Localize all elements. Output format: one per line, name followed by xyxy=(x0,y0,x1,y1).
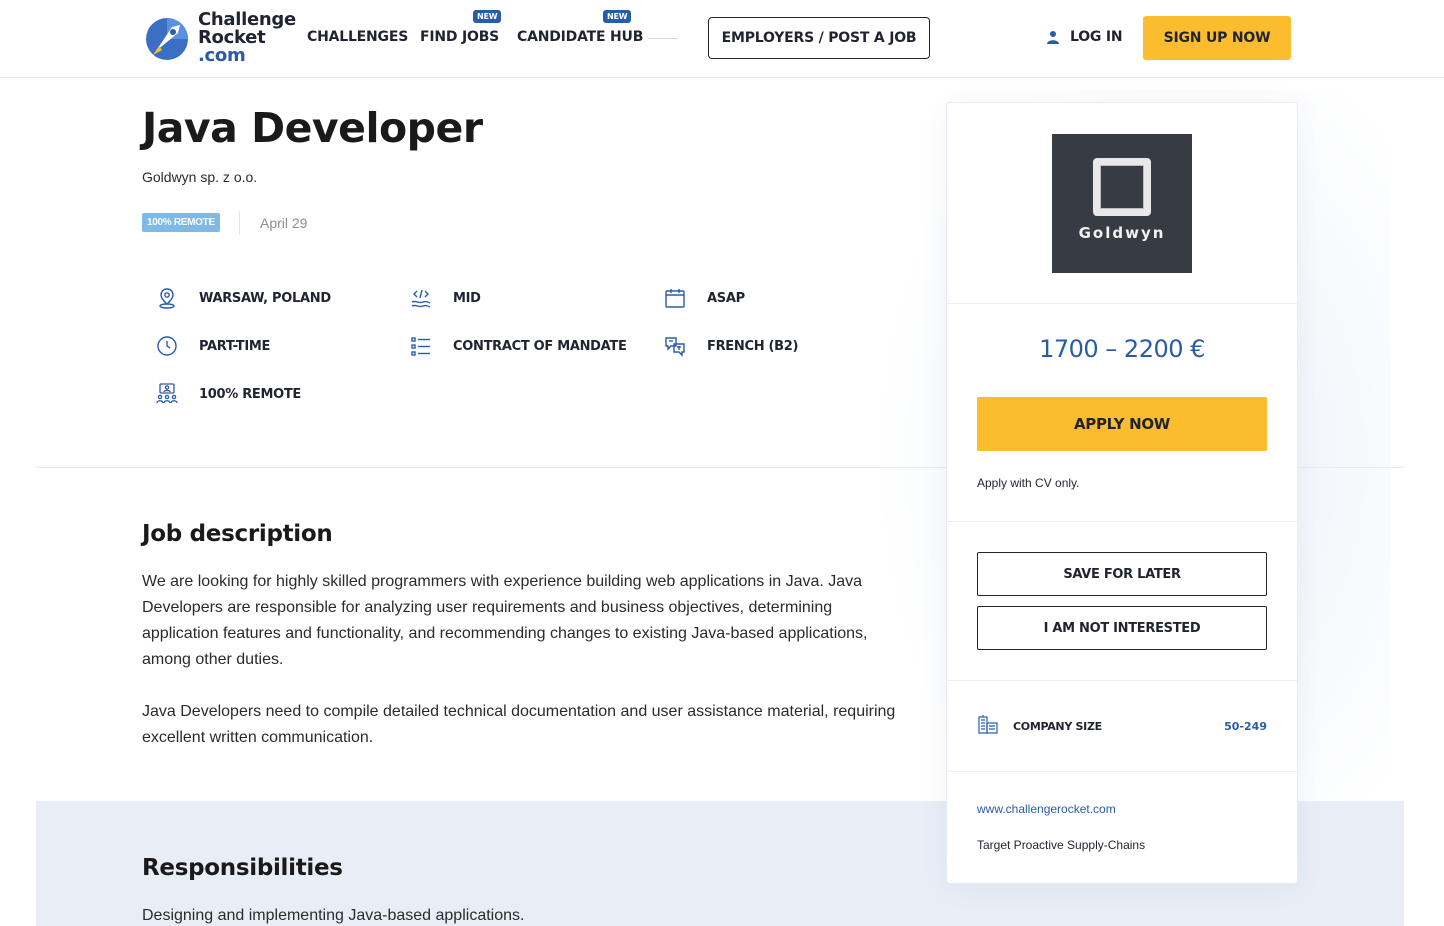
divider xyxy=(239,211,240,234)
description-paragraph-2: Java Developers need to compile detailed… xyxy=(142,703,896,746)
job-sidebar-card: Goldwyn 1700 – 2200 € APPLY NOW Apply wi… xyxy=(946,102,1298,884)
attr-remote-label: 100% REMOTE xyxy=(199,386,302,402)
company-logo-text: Goldwyn xyxy=(1078,223,1166,242)
challengerocket-logo[interactable]: Challenge Rocket .com xyxy=(142,11,296,65)
responsibility-item: Designing and implementing Java-based ap… xyxy=(142,907,525,924)
company-tagline: Target Proactive Supply-Chains xyxy=(977,838,1146,852)
nav-find-jobs[interactable]: NEW FIND JOBS xyxy=(420,10,502,45)
company-name[interactable]: Goldwyn sp. z o.o. xyxy=(142,169,257,185)
attr-language-label: FRENCH (B2) xyxy=(707,338,799,354)
description-paragraph-1: We are looking for highly skilled progra… xyxy=(142,573,868,668)
attr-seniority-label: MID xyxy=(453,290,481,306)
calendar-icon xyxy=(663,286,687,310)
logo-line-3: .com xyxy=(198,45,246,66)
nav-candidate-hub-label: CANDIDATE HUB xyxy=(517,29,644,45)
rocket-logo-icon xyxy=(142,13,192,63)
not-interested-button[interactable]: I AM NOT INTERESTED xyxy=(977,606,1267,650)
attr-language: FRENCH (B2) xyxy=(663,334,798,358)
divider xyxy=(947,521,1297,522)
list-icon xyxy=(409,334,433,358)
divider xyxy=(947,771,1297,772)
attr-employment-label: PART-TIME xyxy=(199,338,271,354)
attr-start-label: ASAP xyxy=(707,290,745,306)
apply-note: Apply with CV only. xyxy=(977,476,1080,490)
salary-range: 1700 – 2200 € xyxy=(1039,335,1205,363)
remote-badge: 100% REMOTE xyxy=(142,213,220,232)
remote-team-icon xyxy=(155,382,179,406)
attr-start: ASAP xyxy=(663,286,745,310)
nav-challenges-label: CHALLENGES xyxy=(307,29,409,45)
user-icon xyxy=(1046,30,1060,44)
post-date: April 29 xyxy=(260,215,308,231)
location-pin-icon xyxy=(155,286,179,310)
job-title: Java Developer xyxy=(142,104,483,152)
new-badge: NEW xyxy=(603,10,632,23)
employers-post-job-button[interactable]: EMPLOYERS / POST A JOB xyxy=(708,17,930,59)
job-description-heading: Job description xyxy=(142,521,333,547)
divider xyxy=(947,303,1297,304)
attr-location-label: WARSAW, POLAND xyxy=(199,290,331,306)
attr-remote: 100% REMOTE xyxy=(155,382,301,406)
code-icon xyxy=(409,286,433,310)
nav-candidate-hub[interactable]: NEW CANDIDATE HUB xyxy=(517,10,644,45)
company-website-link[interactable]: www.challengerocket.com xyxy=(977,802,1116,816)
nav-challenges[interactable]: CHALLENGES xyxy=(307,29,408,45)
company-size-value: 50-249 xyxy=(1224,719,1267,733)
login-link[interactable]: LOG IN xyxy=(1046,29,1123,45)
attr-contract-label: CONTRACT OF MANDATE xyxy=(453,338,627,354)
attr-seniority: MID xyxy=(409,286,481,310)
company-logo[interactable]: Goldwyn xyxy=(1052,134,1192,273)
new-badge: NEW xyxy=(473,10,502,23)
clock-icon xyxy=(155,334,179,358)
site-header: Challenge Rocket .com CHALLENGES NEW FIN… xyxy=(0,0,1444,78)
attr-location: WARSAW, POLAND xyxy=(155,286,331,310)
nav-divider xyxy=(648,38,678,39)
goldwyn-logo-mark-icon xyxy=(1093,157,1151,216)
login-label: LOG IN xyxy=(1070,29,1123,45)
nav-find-jobs-label: FIND JOBS xyxy=(420,29,500,45)
translate-icon xyxy=(663,334,687,358)
apply-now-button[interactable]: APPLY NOW xyxy=(977,397,1267,451)
company-size-label: COMPANY SIZE xyxy=(1013,719,1102,733)
sign-up-button[interactable]: SIGN UP NOW xyxy=(1143,16,1291,60)
divider xyxy=(947,680,1297,681)
attr-contract: CONTRACT OF MANDATE xyxy=(409,334,627,358)
attr-employment: PART-TIME xyxy=(155,334,270,358)
save-for-later-button[interactable]: SAVE FOR LATER xyxy=(977,552,1267,596)
building-icon xyxy=(977,714,999,739)
responsibilities-heading: Responsibilities xyxy=(142,855,343,881)
company-size-row: COMPANY SIZE 50-249 xyxy=(977,714,1267,739)
